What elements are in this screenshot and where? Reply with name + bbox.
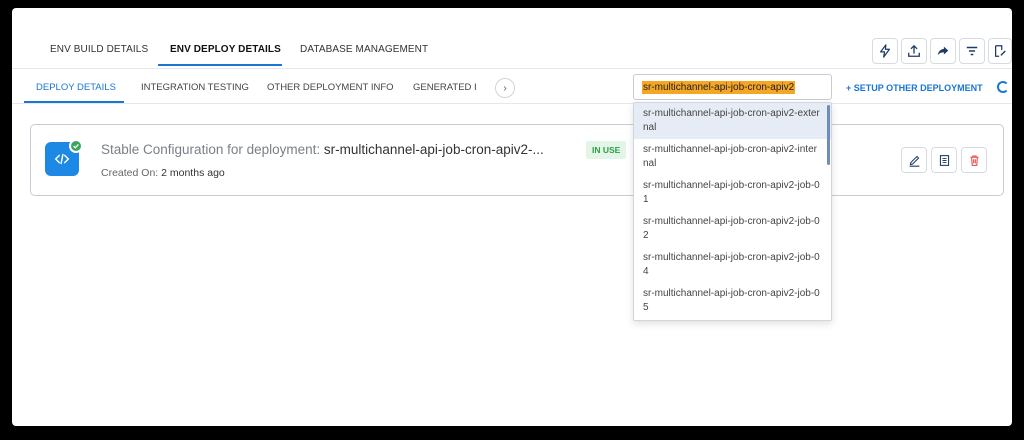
- dropdown-option[interactable]: sr-multichannel-api-job-cron-apiv2-inter…: [634, 139, 831, 175]
- tab-env-build-details[interactable]: ENV BUILD DETAILS: [50, 44, 148, 55]
- subtab-generated[interactable]: GENERATED I: [413, 82, 477, 93]
- active-tab-indicator: [158, 64, 282, 66]
- top-divider: [12, 68, 1012, 69]
- created-on-label: Created On:: [101, 167, 162, 179]
- filter-icon: [966, 46, 978, 56]
- dropdown-option[interactable]: sr-multichannel-api-job-cron-apiv2-job-0…: [634, 211, 831, 247]
- dropdown-option[interactable]: sr-multichannel-api-job-cron-apiv2-job-0…: [634, 283, 831, 319]
- deployment-config-card: Stable Configuration for deployment: sr-…: [30, 124, 1004, 196]
- dropdown-scrollbar[interactable]: [827, 105, 830, 165]
- card-title-prefix: Stable Configuration for deployment:: [101, 142, 324, 157]
- sub-divider: [12, 103, 1012, 104]
- document-icon: [939, 154, 949, 166]
- pencil-icon: [909, 155, 919, 167]
- created-on-value: 2 months ago: [161, 167, 225, 179]
- edit-button[interactable]: [901, 147, 927, 173]
- subtab-deploy-details[interactable]: DEPLOY DETAILS: [36, 82, 116, 93]
- edit-doc-icon: [995, 45, 1006, 57]
- upload-icon: [908, 44, 920, 57]
- check-badge-icon: [69, 139, 83, 153]
- edit-doc-button[interactable]: [988, 38, 1012, 64]
- bolt-icon: [880, 44, 890, 58]
- deployment-select-value[interactable]: sr-multichannel-api-job-cron-apiv2: [642, 80, 796, 94]
- trash-icon: [969, 155, 979, 166]
- dropdown-option[interactable]: sr-multichannel-api-job-cron-apiv2-job-0…: [634, 175, 831, 211]
- share-button[interactable]: [930, 38, 956, 64]
- deployment-select[interactable]: sr-multichannel-api-job-cron-apiv2: [633, 74, 832, 100]
- created-on: Created On: 2 months ago: [101, 167, 225, 179]
- chevron-right-icon: ›: [503, 82, 507, 94]
- status-badge: IN USE: [586, 141, 627, 159]
- dropdown-option[interactable]: sr-multichannel-api-job-cron-apiv2-exter…: [634, 103, 831, 139]
- refresh-icon[interactable]: [997, 81, 1009, 93]
- view-details-button[interactable]: [931, 147, 957, 173]
- share-icon: [937, 46, 949, 56]
- delete-button[interactable]: [961, 147, 987, 173]
- tabs-scroll-next-button[interactable]: ›: [495, 78, 515, 98]
- subtab-other-deployment-info[interactable]: OTHER DEPLOYMENT INFO: [267, 82, 394, 93]
- filter-button[interactable]: [959, 38, 985, 64]
- bolt-button[interactable]: [872, 38, 898, 64]
- tab-database-management[interactable]: DATABASE MANAGEMENT: [300, 44, 428, 55]
- top-tab-bar: ENV BUILD DETAILS ENV DEPLOY DETAILS DAT…: [12, 8, 1012, 68]
- setup-other-deployment-link[interactable]: + SETUP OTHER DEPLOYMENT: [846, 83, 983, 93]
- tab-env-deploy-details[interactable]: ENV DEPLOY DETAILS: [170, 44, 281, 55]
- deployment-dropdown-list: sr-multichannel-api-job-cron-apiv2-exter…: [633, 102, 832, 321]
- app-window: ENV BUILD DETAILS ENV DEPLOY DETAILS DAT…: [12, 8, 1012, 426]
- card-title: Stable Configuration for deployment: sr-…: [101, 142, 544, 157]
- upload-button[interactable]: [901, 38, 927, 64]
- subtab-integration-testing[interactable]: INTEGRATION TESTING: [141, 82, 249, 93]
- card-deployment-name: sr-multichannel-api-job-cron-apiv2-...: [323, 142, 544, 157]
- dropdown-option[interactable]: sr-multichannel-api-job-cron-apiv2-job-0…: [634, 247, 831, 283]
